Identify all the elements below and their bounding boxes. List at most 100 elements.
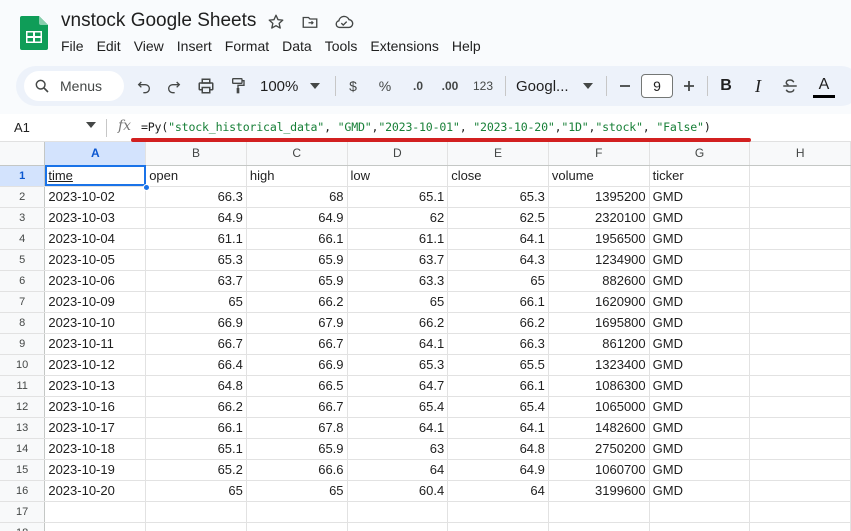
cell[interactable]: 1620900: [548, 291, 650, 313]
bold-button[interactable]: B: [716, 66, 736, 106]
cell[interactable]: GMD: [649, 207, 751, 229]
row-header[interactable]: 12: [0, 396, 46, 418]
cell[interactable]: 66.2: [447, 312, 549, 334]
cell[interactable]: 65.1: [145, 438, 247, 460]
cell[interactable]: [749, 249, 851, 271]
menu-edit[interactable]: Edit: [97, 38, 121, 54]
cell[interactable]: [548, 522, 650, 531]
cell[interactable]: 64.9: [145, 207, 247, 229]
cell[interactable]: [649, 522, 751, 531]
cell[interactable]: [749, 165, 851, 187]
cell[interactable]: [749, 207, 851, 229]
strikethrough-button[interactable]: [779, 66, 801, 106]
active-cell[interactable]: time: [44, 165, 147, 187]
cell[interactable]: [749, 354, 851, 376]
cell[interactable]: 60.4: [347, 480, 449, 502]
cell[interactable]: [749, 312, 851, 334]
cell[interactable]: 66.5: [246, 375, 348, 397]
menus-search[interactable]: Menus: [24, 71, 124, 101]
percent-button[interactable]: %: [374, 66, 396, 106]
menu-data[interactable]: Data: [282, 38, 312, 54]
cell[interactable]: 1065000: [548, 396, 650, 418]
column-header-f[interactable]: F: [548, 142, 650, 166]
cell[interactable]: 65: [145, 291, 247, 313]
cell[interactable]: high: [246, 165, 348, 187]
cell[interactable]: [347, 522, 449, 531]
paint-format-button[interactable]: [226, 66, 250, 106]
cell[interactable]: 65.4: [347, 396, 449, 418]
cell[interactable]: [749, 438, 851, 460]
cell[interactable]: 2023-10-20: [44, 480, 147, 502]
cell[interactable]: 1956500: [548, 228, 650, 250]
cell[interactable]: [749, 522, 851, 531]
row-header[interactable]: 3: [0, 207, 46, 229]
cell[interactable]: 66.3: [447, 333, 549, 355]
increase-font-size-button[interactable]: [680, 66, 698, 106]
formula-input[interactable]: =Py("stock_historical_data", "GMD","2023…: [141, 120, 711, 134]
cell[interactable]: 64.8: [145, 375, 247, 397]
cell[interactable]: GMD: [649, 228, 751, 250]
cell[interactable]: 66.9: [145, 312, 247, 334]
row-header[interactable]: 11: [0, 375, 46, 397]
cell[interactable]: 1060700: [548, 459, 650, 481]
cell[interactable]: volume: [548, 165, 650, 187]
menu-format[interactable]: Format: [225, 38, 269, 54]
name-box[interactable]: A1: [14, 120, 30, 135]
cell[interactable]: 65.3: [145, 249, 247, 271]
row-header[interactable]: 15: [0, 459, 46, 481]
cell[interactable]: 882600: [548, 270, 650, 292]
cell[interactable]: 3199600: [548, 480, 650, 502]
cell[interactable]: 64.1: [447, 417, 549, 439]
cell[interactable]: [749, 375, 851, 397]
document-title[interactable]: vnstock Google Sheets: [61, 10, 256, 32]
text-color-button[interactable]: A: [812, 66, 836, 106]
cell[interactable]: GMD: [649, 480, 751, 502]
cell[interactable]: close: [447, 165, 549, 187]
cell[interactable]: 65.4: [447, 396, 549, 418]
cell[interactable]: 65.9: [246, 270, 348, 292]
cell[interactable]: [749, 459, 851, 481]
cell[interactable]: 66.9: [246, 354, 348, 376]
currency-button[interactable]: $: [344, 66, 362, 106]
cell[interactable]: 2750200: [548, 438, 650, 460]
cell[interactable]: 64.8: [447, 438, 549, 460]
cell[interactable]: 68: [246, 186, 348, 208]
cell[interactable]: 2023-10-02: [44, 186, 147, 208]
cell[interactable]: 1234900: [548, 249, 650, 271]
cell[interactable]: 66.7: [246, 333, 348, 355]
cell[interactable]: 65: [347, 291, 449, 313]
cell[interactable]: 2023-10-16: [44, 396, 147, 418]
cell[interactable]: 1482600: [548, 417, 650, 439]
column-header-d[interactable]: D: [347, 142, 449, 166]
cell[interactable]: 66.7: [145, 333, 247, 355]
cell[interactable]: 66.1: [447, 291, 549, 313]
cell[interactable]: [447, 501, 549, 523]
cell[interactable]: 66.3: [145, 186, 247, 208]
cell[interactable]: GMD: [649, 312, 751, 334]
row-header[interactable]: 13: [0, 417, 46, 439]
cell[interactable]: [145, 501, 247, 523]
cell[interactable]: 66.6: [246, 459, 348, 481]
column-header-c[interactable]: C: [246, 142, 348, 166]
cell[interactable]: [347, 501, 449, 523]
cell[interactable]: 66.4: [145, 354, 247, 376]
cell[interactable]: 67.9: [246, 312, 348, 334]
font-select[interactable]: Googl...: [516, 66, 601, 106]
cell[interactable]: 66.1: [145, 417, 247, 439]
sheets-logo-icon[interactable]: [20, 16, 48, 50]
cell[interactable]: 64.1: [447, 228, 549, 250]
cell[interactable]: 61.1: [347, 228, 449, 250]
cell[interactable]: 1395200: [548, 186, 650, 208]
row-header[interactable]: 6: [0, 270, 46, 292]
row-header[interactable]: 9: [0, 333, 46, 355]
cell[interactable]: 2023-10-18: [44, 438, 147, 460]
cell[interactable]: [749, 480, 851, 502]
cell[interactable]: 2023-10-10: [44, 312, 147, 334]
cell[interactable]: 65.9: [246, 438, 348, 460]
cell[interactable]: 65: [145, 480, 247, 502]
cell[interactable]: GMD: [649, 459, 751, 481]
cell[interactable]: 1323400: [548, 354, 650, 376]
cell[interactable]: 861200: [548, 333, 650, 355]
font-size-input[interactable]: 9: [641, 74, 673, 98]
cell[interactable]: 2023-10-11: [44, 333, 147, 355]
